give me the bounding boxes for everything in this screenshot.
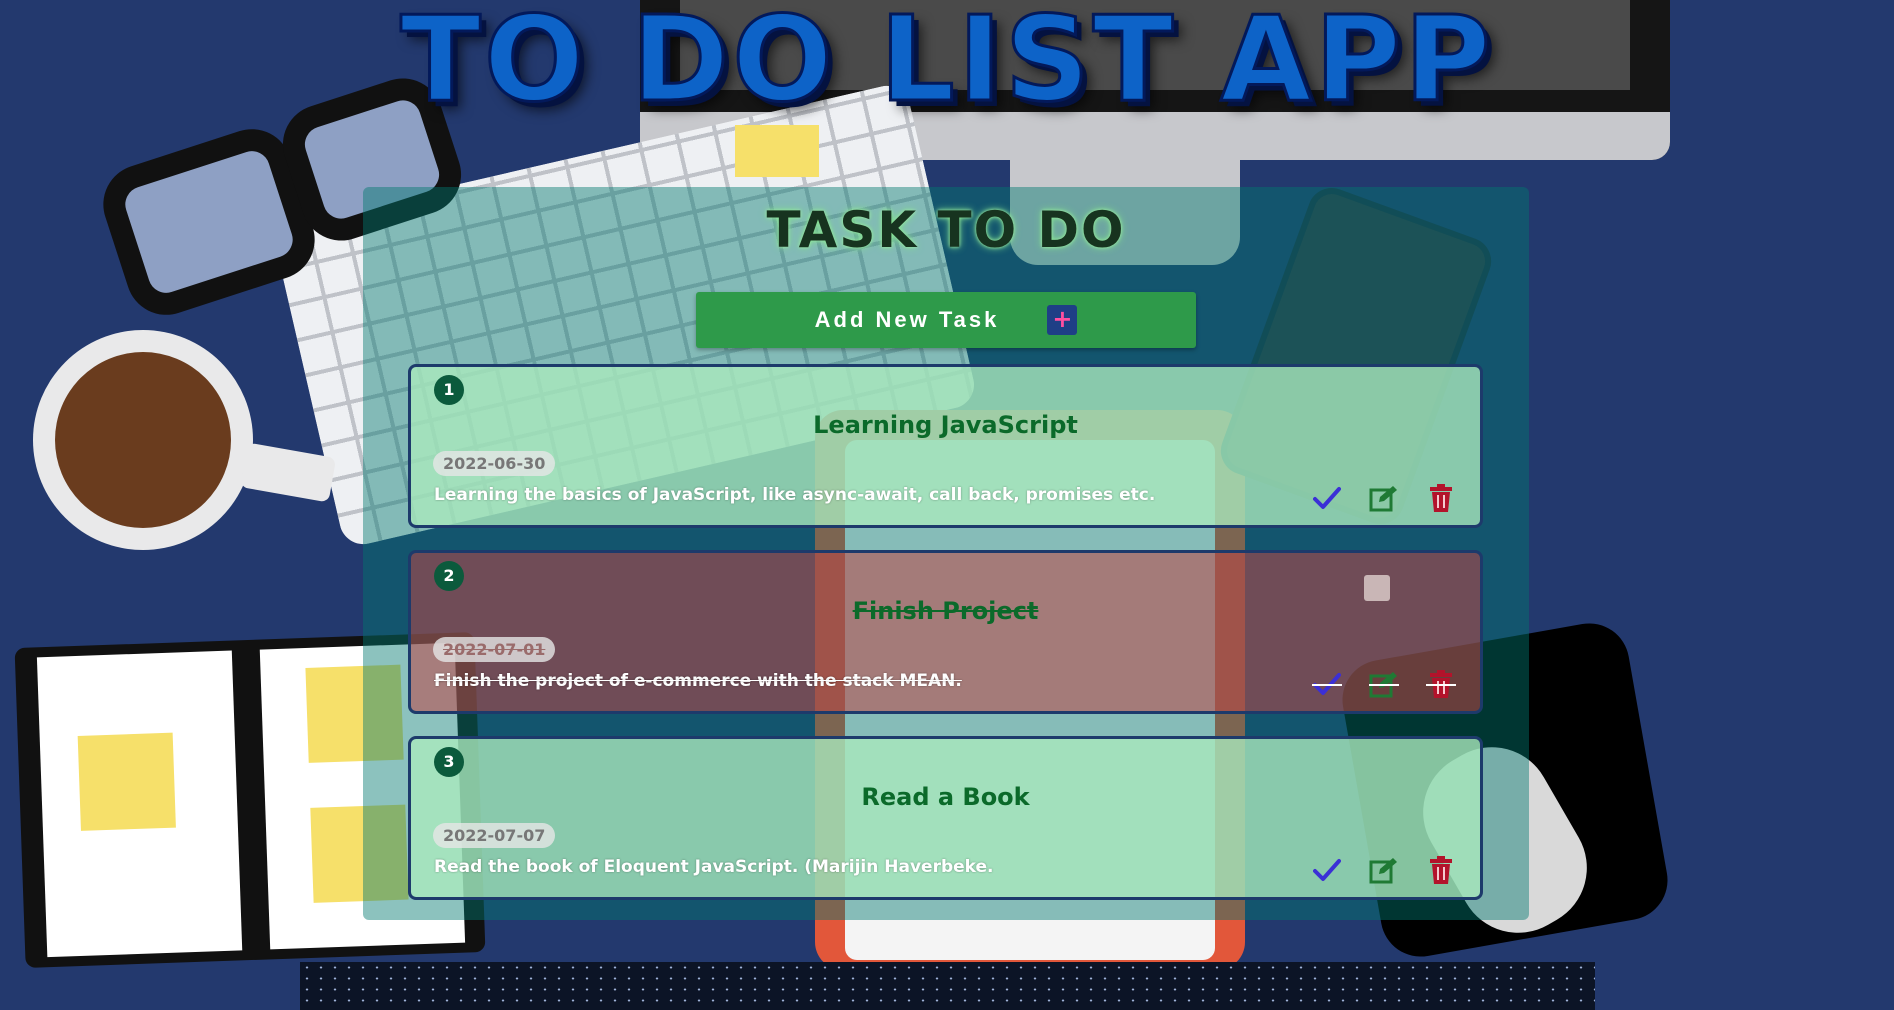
task-description: Finish the project of e-commerce with th… [434,671,962,691]
edit-task-button[interactable] [1369,483,1399,513]
sticky-note-illustration [735,125,819,177]
task-date: 2022-07-01 [433,637,556,662]
task-actions [1312,483,1456,513]
plus-icon: + [1047,305,1078,335]
edit-icon [1369,858,1397,884]
add-new-task-button[interactable]: Add New Task + [696,292,1196,348]
task-number-badge: 2 [434,561,464,591]
complete-task-button[interactable] [1312,669,1342,699]
check-icon [1313,487,1341,509]
starfield-footer [300,962,1595,1010]
task-title: Read a Book [861,783,1030,811]
complete-task-button[interactable] [1312,855,1342,885]
task-actions [1312,855,1456,885]
delete-task-button[interactable] [1426,855,1456,885]
delete-task-button[interactable] [1426,669,1456,699]
panel-title: TASK TO DO [766,201,1126,259]
task-card: 3 Read a Book 2022-07-07 Read the book o… [408,736,1483,900]
task-card: 1 Learning JavaScript 2022-06-30 Learnin… [408,364,1483,528]
check-icon [1313,673,1341,695]
delete-task-button[interactable] [1426,483,1456,513]
check-icon [1313,859,1341,881]
task-title: Finish Project [852,597,1039,625]
task-description: Learning the basics of JavaScript, like … [434,485,1156,505]
trash-icon [1430,856,1452,884]
task-date: 2022-06-30 [433,451,556,476]
trash-icon [1430,670,1452,698]
task-number-badge: 3 [434,747,464,777]
task-number-badge: 1 [434,375,464,405]
edit-icon [1369,672,1397,698]
edit-task-button[interactable] [1369,669,1399,699]
app-title: TO DO LIST APP [399,0,1494,128]
edit-task-button[interactable] [1369,855,1399,885]
trash-icon [1430,484,1452,512]
complete-task-button[interactable] [1312,483,1342,513]
add-new-task-label: Add New Task [814,307,1000,332]
task-description: Read the book of Eloquent JavaScript. (M… [434,857,994,877]
task-card-completed: 2 Finish Project 2022-07-01 Finish the p… [408,550,1483,714]
coffee-cup-illustration [33,330,337,550]
task-title: Learning JavaScript [813,411,1078,439]
edit-icon [1369,486,1397,512]
task-date: 2022-07-07 [433,823,556,848]
task-actions [1312,669,1456,699]
